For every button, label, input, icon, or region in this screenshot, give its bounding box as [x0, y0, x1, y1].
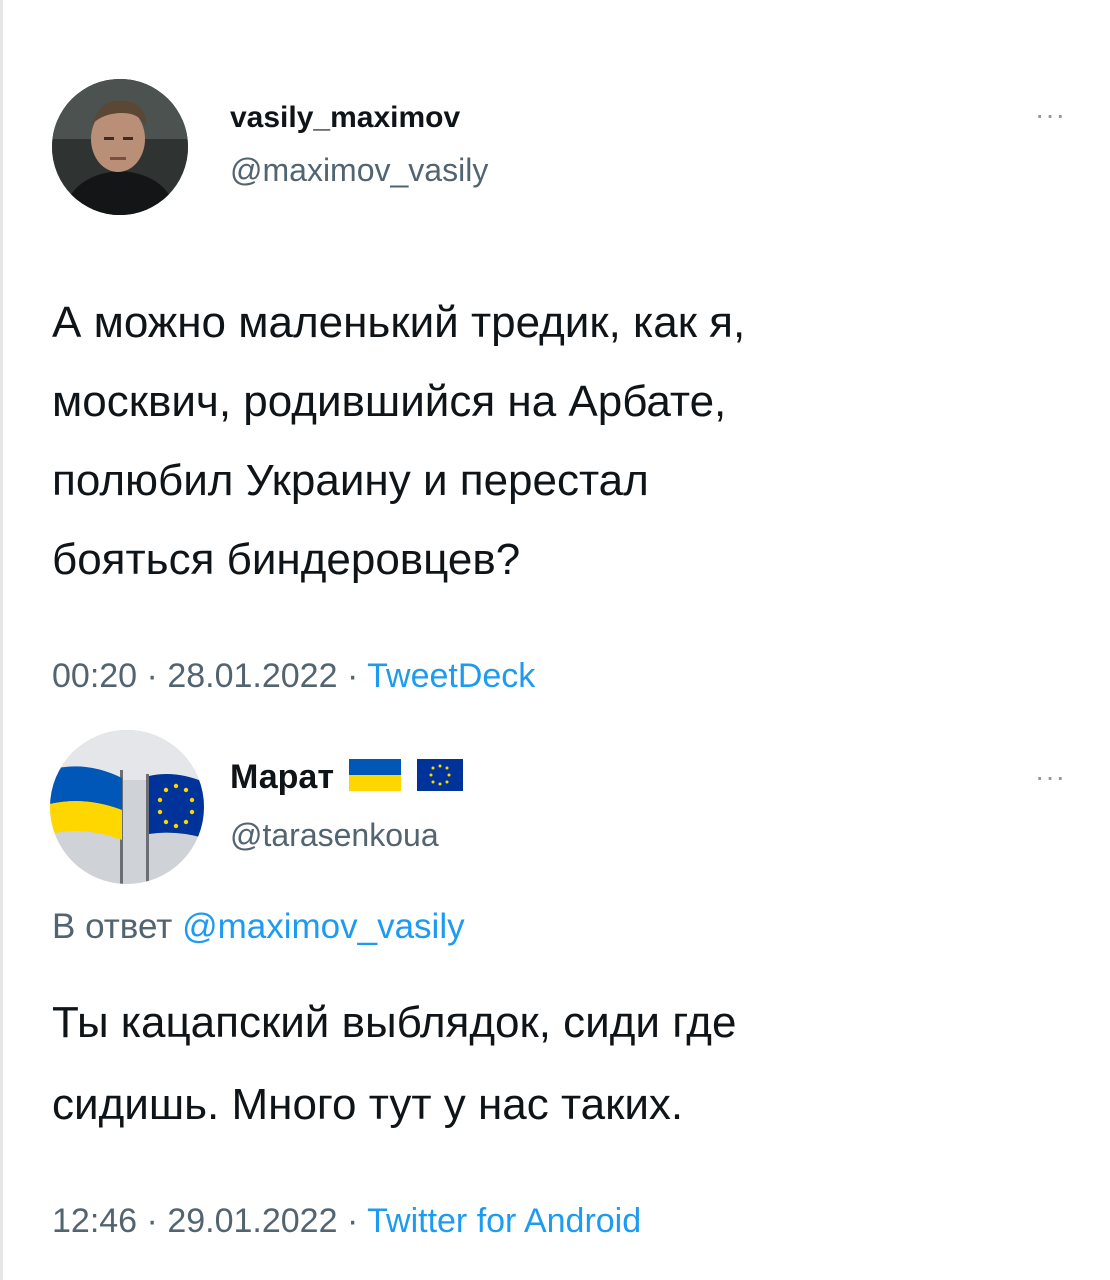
tweet-metadata: 12:46 · 29.01.2022 · Twitter for Android: [52, 1202, 641, 1241]
tweet-metadata: 00:20 · 28.01.2022 · TweetDeck: [52, 657, 535, 696]
separator: ·: [346, 657, 359, 695]
reply-handle-link[interactable]: @maximov_vasily: [182, 907, 465, 946]
tweet-text: Ты кацапский выблядок, сиди где сидишь. …: [52, 982, 736, 1146]
replying-to: В ответ @maximov_vasily: [52, 907, 465, 947]
ukraine-flag-icon: [349, 758, 402, 800]
tweet-text-line: Ты кацапский выблядок, сиди где: [52, 998, 737, 1047]
avatar[interactable]: [50, 730, 204, 884]
separator: ·: [346, 1202, 359, 1240]
tweet-text-line: бояться биндеровцев?: [52, 535, 521, 584]
reply-prefix: В ответ: [52, 907, 173, 946]
tweet-date[interactable]: 28.01.2022: [167, 657, 337, 695]
tweet-source-link[interactable]: Twitter for Android: [367, 1202, 641, 1240]
display-name[interactable]: vasily_maximov: [230, 101, 460, 135]
avatar-photo: [52, 79, 188, 215]
tweet-date[interactable]: 29.01.2022: [167, 1202, 337, 1240]
eu-flag-icon: [416, 758, 463, 800]
display-name-text: Марат: [230, 758, 334, 796]
separator: ·: [146, 1202, 158, 1240]
user-handle[interactable]: @tarasenkoua: [230, 817, 439, 854]
tweet-text-line: полюбил Украину и перестал: [52, 456, 649, 505]
tweet-time[interactable]: 00:20: [52, 657, 137, 695]
tweet-reply: Марат @tarasenkoua ··· В ответ @maximov_…: [0, 720, 1110, 1280]
tweet-original: vasily_maximov @maximov_vasily ··· А мож…: [0, 0, 1110, 720]
tweet-text-line: москвич, родившийся на Арбате,: [52, 377, 727, 426]
tweet-text: А можно маленький тредик, как я, москвич…: [52, 283, 745, 599]
more-options-button[interactable]: ···: [1035, 763, 1066, 791]
separator: ·: [146, 657, 158, 695]
avatar-flags-photo: [50, 730, 204, 884]
tweet-text-line: А можно маленький тредик, как я,: [52, 298, 746, 347]
user-handle[interactable]: @maximov_vasily: [230, 152, 488, 189]
display-name[interactable]: Марат: [230, 758, 463, 800]
tweet-source-link[interactable]: TweetDeck: [367, 657, 535, 695]
tweet-time[interactable]: 12:46: [52, 1202, 137, 1240]
avatar[interactable]: [52, 79, 188, 215]
tweet-text-line: сидишь. Много тут у нас таких.: [52, 1080, 684, 1129]
more-options-button[interactable]: ···: [1035, 101, 1066, 129]
